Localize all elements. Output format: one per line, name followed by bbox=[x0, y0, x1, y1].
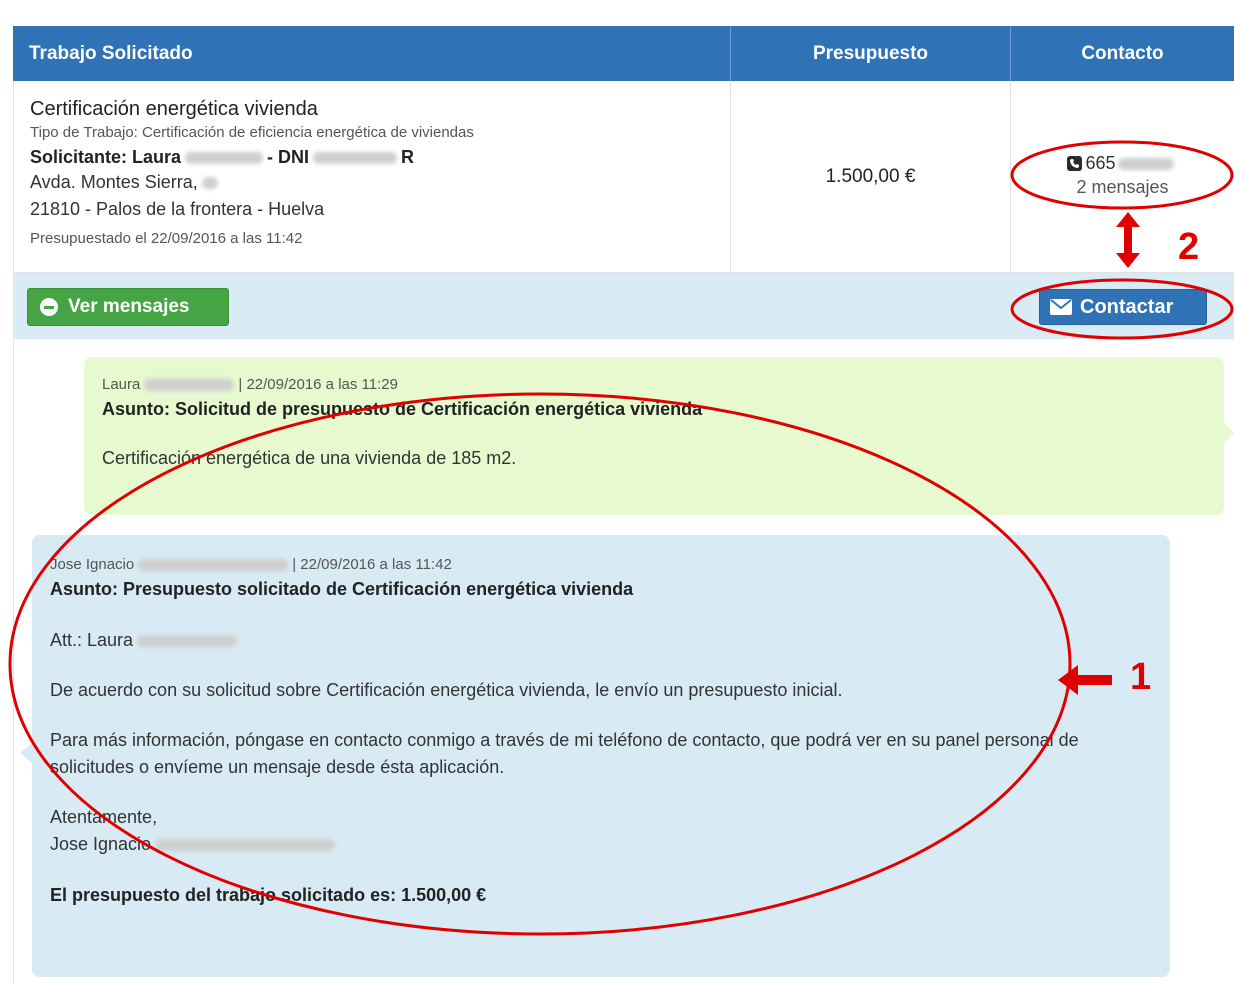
request-panel: Trabajo Solicitado Presupuesto Contacto … bbox=[13, 26, 1234, 983]
job-title: Certificación energética vivienda bbox=[30, 98, 318, 120]
signature-name: Jose Ignacio bbox=[50, 834, 152, 854]
message-timestamp: | 22/09/2016 a las 11:42 bbox=[292, 556, 452, 573]
address-line1: Avda. Montes Sierra, bbox=[30, 169, 730, 196]
redacted-phone bbox=[1117, 157, 1174, 170]
attention-text: Att.: Laura bbox=[50, 630, 134, 650]
action-bar: Ver mensajes Contactar bbox=[13, 273, 1234, 339]
message-subject: Asunto: Presupuesto solicitado de Certif… bbox=[50, 579, 634, 599]
message-meta: Jose Ignacio | 22/09/2016 a las 11:42 bbox=[50, 555, 1152, 575]
message-body: Certificación energética de una vivienda… bbox=[102, 448, 517, 468]
message-meta: Laura | 22/09/2016 a las 11:29 bbox=[102, 375, 1206, 395]
message-client: Laura | 22/09/2016 a las 11:29 Asunto: So… bbox=[84, 357, 1234, 515]
annotation-label-1: 1 bbox=[1130, 656, 1152, 698]
header-contact: Contacto bbox=[1081, 42, 1164, 64]
redacted-surname bbox=[137, 635, 238, 648]
redacted-dni bbox=[313, 152, 398, 165]
contact-label: Contactar bbox=[1080, 295, 1174, 318]
redacted-surname bbox=[144, 379, 235, 392]
phone-icon bbox=[1067, 156, 1083, 171]
redacted-number bbox=[201, 177, 218, 190]
redacted-surname bbox=[185, 152, 264, 165]
redacted-surname bbox=[138, 559, 289, 572]
message-timestamp: | 22/09/2016 a las 11:29 bbox=[238, 376, 398, 393]
messages-count-link[interactable]: 2 mensajes bbox=[1076, 177, 1168, 198]
view-messages-label: Ver mensajes bbox=[68, 296, 190, 317]
contact-cell: 665 2 mensajes bbox=[1011, 81, 1234, 273]
annotation-label-2: 2 bbox=[1178, 226, 1200, 268]
dni-suffix: R bbox=[401, 147, 415, 167]
envelope-icon bbox=[1050, 299, 1072, 315]
contact-button[interactable]: Contactar bbox=[1039, 289, 1207, 325]
message-thread: Laura | 22/09/2016 a las 11:29 Asunto: So… bbox=[13, 339, 1234, 983]
message-professional: Jose Ignacio | 22/09/2016 a las 11:42 Asu… bbox=[20, 535, 1170, 977]
header-budget: Presupuesto bbox=[731, 26, 1011, 81]
message-subject: Asunto: Solicitud de presupuesto de Cert… bbox=[102, 399, 703, 419]
message-paragraph: De acuerdo con su solicitud sobre Certif… bbox=[50, 680, 843, 700]
message-signature: Jose Ignacio bbox=[50, 831, 1152, 858]
header-job: Trabajo Solicitado bbox=[13, 26, 731, 81]
job-cell: Certificación energética vivienda Tipo d… bbox=[14, 81, 731, 273]
applicant-line: Solicitante: Laura - DNI R bbox=[30, 145, 730, 169]
redacted-surname bbox=[155, 839, 336, 852]
phone-prefix: 665 bbox=[1085, 153, 1116, 173]
message-closing: Atentamente, bbox=[50, 807, 158, 827]
message-paragraph: Para más información, póngase en contact… bbox=[50, 730, 1079, 777]
dni-label: - DNI bbox=[267, 147, 310, 167]
message-author: Jose Ignacio bbox=[50, 556, 135, 573]
table-header: Trabajo Solicitado Presupuesto Contacto bbox=[13, 26, 1234, 81]
address-line2: 21810 - Palos de la frontera - Huelva bbox=[30, 199, 325, 219]
minus-circle-icon bbox=[40, 298, 58, 316]
address-street: Avda. Montes Sierra, bbox=[30, 172, 198, 192]
job-type: Tipo de Trabajo: Certificación de eficie… bbox=[30, 124, 474, 141]
message-total: El presupuesto del trabajo solicitado es… bbox=[50, 885, 487, 905]
message-author: Laura bbox=[102, 376, 141, 393]
budgeted-date: Presupuestado el 22/09/2016 a las 11:42 bbox=[30, 230, 303, 247]
message-attention: Att.: Laura bbox=[50, 627, 1152, 654]
phone-number[interactable]: 665 bbox=[1067, 153, 1177, 174]
applicant-name: Solicitante: Laura bbox=[30, 147, 182, 167]
view-messages-button[interactable]: Ver mensajes bbox=[27, 288, 229, 326]
budget-cell: 1.500,00 € bbox=[731, 81, 1011, 273]
table-row: Certificación energética vivienda Tipo d… bbox=[13, 81, 1234, 273]
